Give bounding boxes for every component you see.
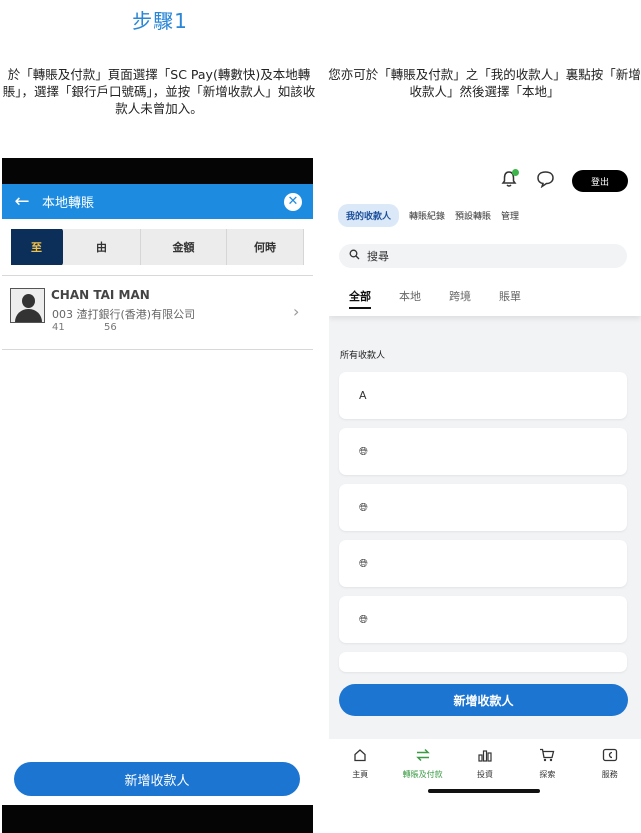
tab-all[interactable]: 全部 [349, 288, 371, 309]
nav-label: 探索 [539, 770, 556, 779]
payee-account-prefix: 41 [52, 322, 65, 333]
globe-icon: 🌐︎ [359, 500, 368, 514]
globe-icon: 🌐︎ [359, 556, 368, 570]
search-placeholder: 搜尋 [367, 250, 389, 263]
add-payee-button[interactable]: 新增收款人 [14, 762, 300, 796]
subnav-transfer-history[interactable]: 轉賬紀錄 [409, 209, 445, 222]
step-title: 步驟1 [132, 9, 188, 33]
step-when: 何時 [227, 229, 304, 265]
nav-label: 投資 [476, 770, 493, 779]
header-bar: ← 本地轉賬 ✕ [2, 184, 313, 219]
avatar [10, 288, 45, 323]
nav-label: 服務 [601, 770, 618, 779]
left-phone-screenshot: ← 本地轉賬 ✕ 至 由 金額 何時 CHAN TAI MAN 003 渣打銀行… [2, 158, 313, 833]
payee-card[interactable]: A [339, 372, 627, 419]
right-description: 您亦可於「轉賬及付款」之「我的收款人」裏點按「新增收款人」然後選擇「本地」 [328, 67, 641, 99]
right-phone-screenshot: 登出 我的收款人 轉賬紀錄 預設轉賬 管理 搜尋 全部 本地 跨境 賬單 所有收… [329, 158, 641, 801]
step-to: 至 [11, 229, 72, 265]
payee-card[interactable]: 🌐︎ [339, 540, 627, 587]
subnav: 我的收款人 轉賬紀錄 預設轉賬 管理 [338, 203, 529, 227]
invest-icon [454, 748, 516, 764]
status-bar [2, 158, 313, 184]
header-title: 本地轉賬 [42, 196, 95, 211]
close-icon[interactable]: ✕ [284, 192, 302, 211]
notification-dot [512, 169, 519, 176]
left-description: 於「轉賬及付款」頁面選擇「SC Pay(轉數快)及本地轉賬」，選擇「銀行戶口號碼… [2, 67, 316, 116]
payee-card[interactable]: 🌐︎ [339, 596, 627, 643]
tab-bills[interactable]: 賬單 [499, 288, 521, 304]
avatar-head [22, 294, 35, 308]
nav-label: 轉賬及付款 [402, 770, 443, 779]
search-input[interactable]: 搜尋 [339, 244, 627, 268]
avatar-shoulders [15, 309, 42, 322]
step-indicator: 至 由 金額 何時 [11, 229, 304, 265]
subnav-scheduled-transfers[interactable]: 預設轉賬 [455, 209, 491, 222]
step-amount: 金額 [141, 229, 227, 265]
payee-initial: A [359, 389, 367, 402]
home-icon [329, 748, 391, 764]
payee-tabs: 全部 本地 跨境 賬單 [349, 288, 549, 309]
nav-label: 主頁 [352, 770, 369, 779]
search-icon [349, 249, 360, 263]
tab-cross-border[interactable]: 跨境 [449, 288, 471, 304]
transfer-icon [391, 748, 453, 764]
payee-row[interactable]: CHAN TAI MAN 003 渣打銀行(香港)有限公司 41 56 › [2, 276, 313, 350]
tab-local[interactable]: 本地 [399, 288, 421, 304]
subnav-my-payees[interactable]: 我的收款人 [338, 203, 400, 227]
subnav-manage[interactable]: 管理 [501, 209, 519, 222]
steps-bar: 至 由 金額 何時 [2, 219, 313, 275]
home-indicator [428, 789, 540, 793]
chevron-right-icon: › [293, 302, 300, 321]
step-from: 由 [63, 229, 141, 265]
payee-account-suffix: 56 [104, 322, 117, 333]
globe-icon: 🌐︎ [359, 612, 368, 626]
payee-card[interactable] [339, 652, 627, 672]
nav-service[interactable]: 服務 [579, 739, 641, 801]
payee-card[interactable]: 🌐︎ [339, 484, 627, 531]
section-label: 所有收款人 [340, 351, 386, 361]
nav-home[interactable]: 主頁 [329, 739, 391, 801]
globe-icon: 🌐︎ [359, 444, 368, 458]
logout-button[interactable]: 登出 [572, 170, 628, 192]
top-panel: 登出 我的收款人 轉賬紀錄 預設轉賬 管理 搜尋 全部 本地 跨境 賬單 [329, 158, 641, 316]
service-icon [579, 748, 641, 764]
payee-card[interactable]: 🌐︎ [339, 428, 627, 475]
bottom-bar [2, 805, 313, 833]
payee-name: CHAN TAI MAN [51, 288, 150, 302]
chat-icon[interactable] [536, 170, 555, 192]
back-arrow-icon[interactable]: ← [2, 191, 42, 212]
add-payee-button[interactable]: 新增收款人 [339, 684, 628, 716]
cart-icon [516, 748, 578, 764]
payee-bank: 003 渣打銀行(香港)有限公司 [52, 308, 196, 321]
